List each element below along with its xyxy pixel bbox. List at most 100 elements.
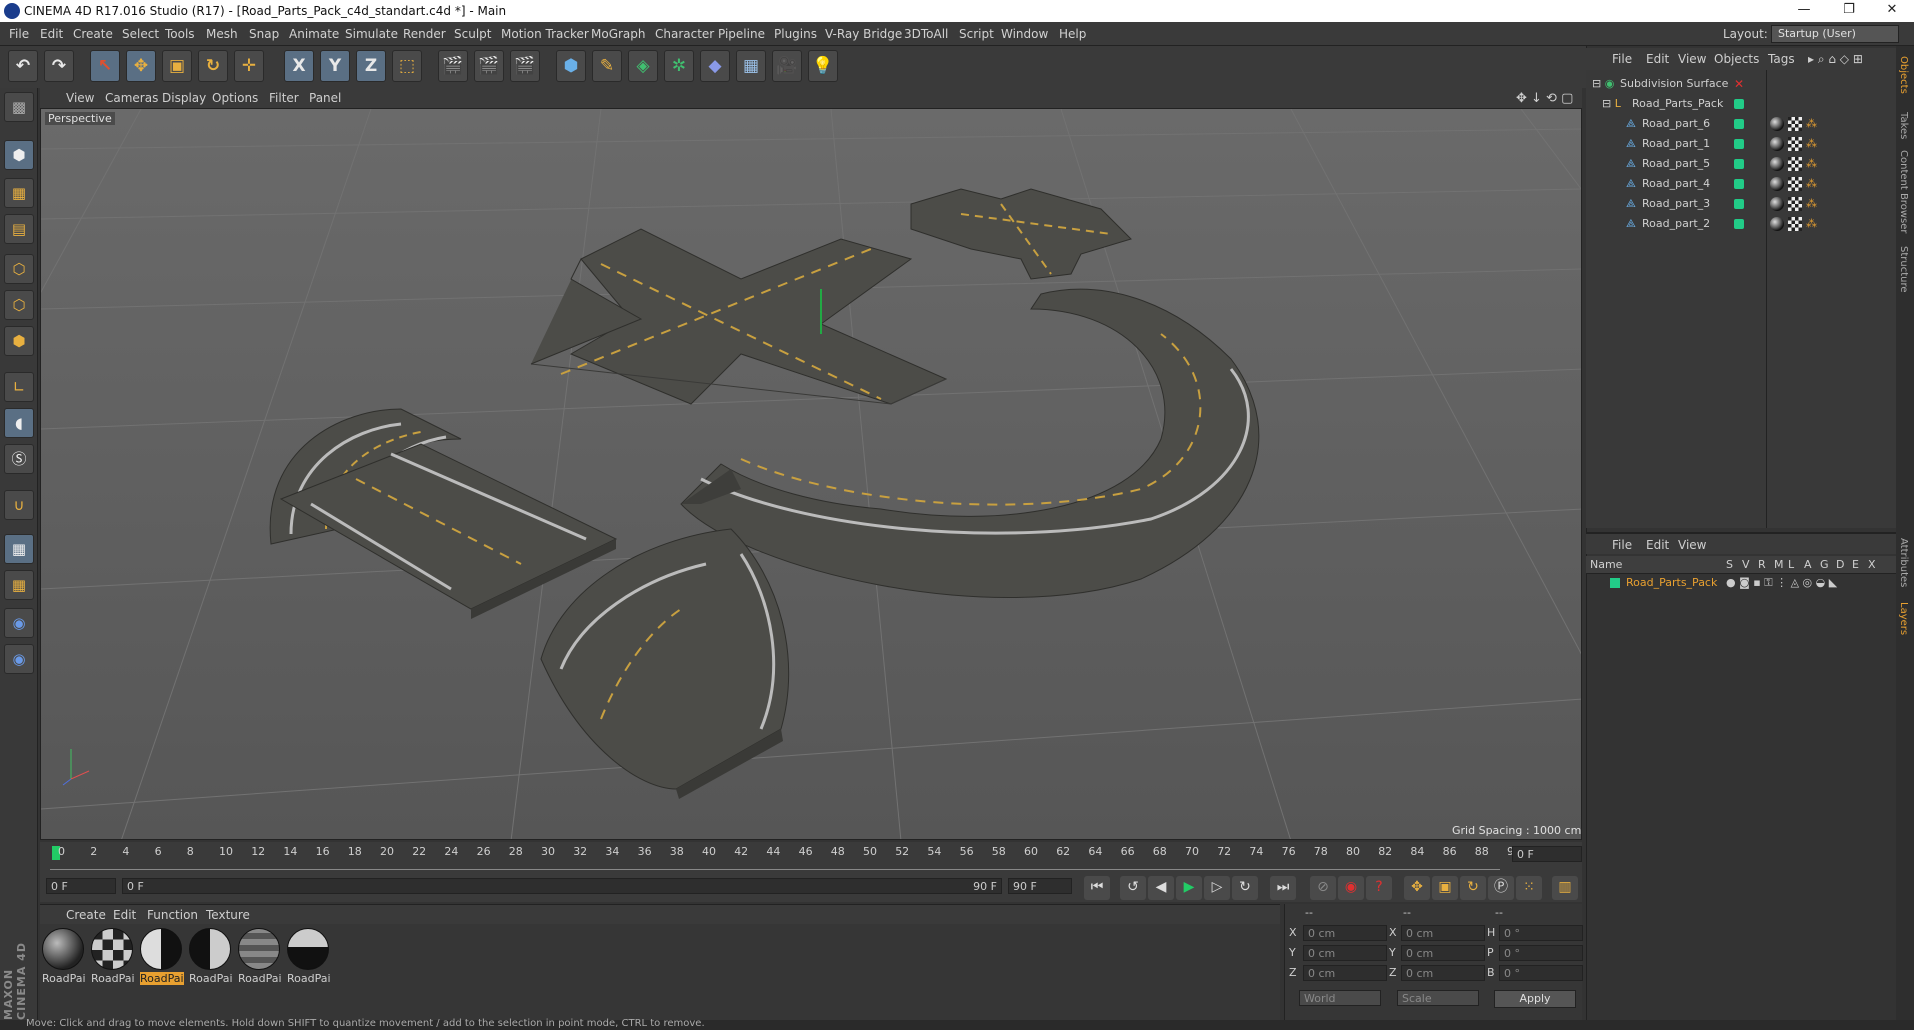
menu-motion-tracker[interactable]: Motion Tracker bbox=[501, 27, 589, 41]
size-x-field[interactable]: 0 cm bbox=[1401, 925, 1485, 941]
material-tag-icon[interactable] bbox=[1770, 217, 1784, 231]
planar-workplane-button[interactable]: ▦ bbox=[4, 570, 34, 600]
objects-menu-tags[interactable]: Tags bbox=[1768, 52, 1795, 66]
material-menu-function[interactable]: Function bbox=[147, 908, 198, 922]
object-row-subdivision[interactable]: ⊟ ◉ Subdivision Surface ✕ bbox=[1586, 74, 1896, 94]
end-frame-field[interactable]: 90 F bbox=[1008, 878, 1072, 894]
viewport-menu-options[interactable]: Options bbox=[212, 91, 258, 105]
add-camera-button[interactable]: 🎥 bbox=[772, 50, 802, 82]
menu-help[interactable]: Help bbox=[1059, 27, 1086, 41]
layer-row[interactable]: Road_Parts_Pack ● ◙ ▪ ⚿ ⋮ ◬ ◎ ◒ ◣ bbox=[1586, 574, 1896, 592]
live-selection-button[interactable]: ↖ bbox=[90, 50, 120, 82]
material-tag-icon[interactable] bbox=[1770, 137, 1784, 151]
texture-tag-icon[interactable]: ⁂ bbox=[1806, 177, 1817, 190]
objects-menu-edit[interactable]: Edit bbox=[1646, 52, 1669, 66]
layers-menu-view[interactable]: View bbox=[1678, 538, 1706, 552]
material-swatch[interactable]: RoadPai bbox=[140, 928, 184, 985]
add-spline-button[interactable]: ✎ bbox=[592, 50, 622, 82]
next-frame-button[interactable]: ▷ bbox=[1204, 876, 1230, 900]
layer-column-expressions[interactable]: E bbox=[1852, 558, 1859, 571]
menu-script[interactable]: Script bbox=[959, 27, 994, 41]
layers-menu-file[interactable]: File bbox=[1612, 538, 1632, 552]
menu-3dtoall[interactable]: 3DToAll bbox=[904, 27, 948, 41]
y-axis-button[interactable]: Y bbox=[320, 50, 350, 82]
material-swatch[interactable]: RoadPai bbox=[189, 928, 233, 985]
texture-tag-icon[interactable]: ⁂ bbox=[1806, 157, 1817, 170]
layer-column-deformers[interactable]: D bbox=[1836, 558, 1844, 571]
menu-mograph[interactable]: MoGraph bbox=[591, 27, 646, 41]
material-tag-icon[interactable] bbox=[1770, 117, 1784, 131]
maximize-button[interactable]: ❐ bbox=[1829, 2, 1869, 20]
menu-snap[interactable]: Snap bbox=[249, 27, 279, 41]
viewport-menu-panel[interactable]: Panel bbox=[309, 91, 341, 105]
render-view-button[interactable]: 🎬 bbox=[438, 50, 468, 82]
edges-mode-button[interactable]: ⬡ bbox=[4, 290, 34, 320]
viewport-menu-filter[interactable]: Filter bbox=[269, 91, 299, 105]
record-keys-button[interactable]: ⊘ bbox=[1310, 876, 1336, 900]
key-parameter-button[interactable]: Ⓟ bbox=[1488, 876, 1514, 900]
menu-create[interactable]: Create bbox=[73, 27, 113, 41]
size-mode-select[interactable]: Scale bbox=[1397, 990, 1479, 1006]
layer-column-generators[interactable]: G bbox=[1820, 558, 1829, 571]
previous-frame-button[interactable]: ◀ bbox=[1148, 876, 1174, 900]
menu-mesh[interactable]: Mesh bbox=[206, 27, 238, 41]
side-tab-attributes[interactable]: Attributes bbox=[1898, 538, 1909, 587]
polygons-mode-button[interactable]: ⬢ bbox=[4, 326, 34, 356]
material-swatch[interactable]: RoadPai bbox=[287, 928, 331, 985]
x-axis-button[interactable]: X bbox=[284, 50, 314, 82]
key-pla-button[interactable]: ⁙ bbox=[1516, 876, 1542, 900]
rotation-p-field[interactable]: 0 ° bbox=[1499, 945, 1583, 961]
position-z-field[interactable]: 0 cm bbox=[1303, 965, 1387, 981]
objects-toolbar-icons[interactable]: ▸ ⌕ ⌂ ◇ ⊞ bbox=[1808, 52, 1863, 67]
uvw-tag-icon[interactable] bbox=[1788, 217, 1802, 231]
solo-mode-button[interactable]: Ⓢ bbox=[4, 444, 34, 474]
material-swatch[interactable]: RoadPai bbox=[238, 928, 282, 985]
menu-vray-bridge[interactable]: V-Ray Bridge bbox=[825, 27, 902, 41]
object-row-road-part-2[interactable]: ⟁ Road_part_2 ⁂ bbox=[1586, 214, 1896, 234]
tweak-mode-button[interactable]: ◖ bbox=[4, 408, 34, 438]
layer-column-manager[interactable]: M bbox=[1774, 558, 1784, 571]
menu-simulate[interactable]: Simulate bbox=[345, 27, 398, 41]
size-y-field[interactable]: 0 cm bbox=[1401, 945, 1485, 961]
frame-range-slider[interactable]: 0 F 90 F bbox=[122, 878, 1002, 894]
layers-menu-edit[interactable]: Edit bbox=[1646, 538, 1669, 552]
material-menu-edit[interactable]: Edit bbox=[113, 908, 136, 922]
scale-tool-button[interactable]: ▣ bbox=[162, 50, 192, 82]
model-mode-button[interactable]: ⬢ bbox=[4, 140, 34, 170]
objects-menu-objects[interactable]: Objects bbox=[1714, 52, 1759, 66]
texture-tag-icon[interactable]: ⁂ bbox=[1806, 117, 1817, 130]
uvw-tag-icon[interactable] bbox=[1788, 117, 1802, 131]
move-tool-button[interactable]: ✥ bbox=[126, 50, 156, 82]
close-button[interactable]: ✕ bbox=[1872, 2, 1912, 20]
viewport-nav-icons[interactable]: ✥ ↓ ⟲ ▢ bbox=[1516, 91, 1573, 106]
texture-tag-icon[interactable]: ⁂ bbox=[1806, 197, 1817, 210]
add-mograph-button[interactable]: ✲ bbox=[664, 50, 694, 82]
position-y-field[interactable]: 0 cm bbox=[1303, 945, 1387, 961]
material-tag-icon[interactable] bbox=[1770, 157, 1784, 171]
transform-tool-button[interactable]: ✛ bbox=[234, 50, 264, 82]
lock-workplane-button[interactable]: ▦ bbox=[4, 534, 34, 564]
menu-file[interactable]: File bbox=[9, 27, 29, 41]
uvw-tag-icon[interactable] bbox=[1788, 177, 1802, 191]
position-x-field[interactable]: 0 cm bbox=[1303, 925, 1387, 941]
snap-button[interactable]: ∪ bbox=[4, 490, 34, 520]
layer-color-swatch[interactable] bbox=[1610, 578, 1620, 588]
rotation-h-field[interactable]: 0 ° bbox=[1499, 925, 1583, 941]
start-frame-field[interactable]: 0 F bbox=[46, 878, 116, 894]
object-row-road-part-6[interactable]: ⟁ Road_part_6 ⁂ bbox=[1586, 114, 1896, 134]
timeline-window-button[interactable]: ▥ bbox=[1552, 876, 1578, 900]
keyframe-selection-button[interactable]: ? bbox=[1366, 876, 1392, 900]
objects-menu-file[interactable]: File bbox=[1612, 52, 1632, 66]
render-picture-viewer-button[interactable]: 🎬 bbox=[474, 50, 504, 82]
next-key-button[interactable]: ↻ bbox=[1232, 876, 1258, 900]
layer-column-render[interactable]: R bbox=[1758, 558, 1766, 571]
menu-character[interactable]: Character bbox=[655, 27, 714, 41]
workplane-mode-button[interactable]: ▤ bbox=[4, 214, 34, 244]
uvw-tag-icon[interactable] bbox=[1788, 137, 1802, 151]
layer-column-solo[interactable]: S bbox=[1726, 558, 1733, 571]
coordinate-space-select[interactable]: World bbox=[1299, 990, 1381, 1006]
undo-button[interactable]: ↶ bbox=[8, 50, 38, 82]
side-tab-objects[interactable]: Objects bbox=[1898, 56, 1909, 94]
menu-pipeline[interactable]: Pipeline bbox=[718, 27, 765, 41]
material-menu-create[interactable]: Create bbox=[66, 908, 106, 922]
